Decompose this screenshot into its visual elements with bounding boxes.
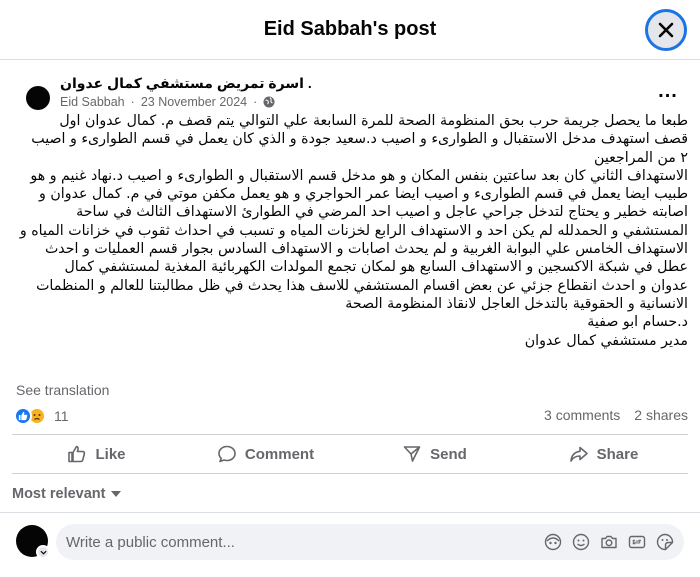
comment-sort-dropdown[interactable]: Most relevant: [12, 486, 122, 502]
send-label: Send: [430, 445, 467, 463]
comment-box: [56, 524, 684, 560]
reactions-summary[interactable]: 11: [14, 406, 69, 426]
post-actions-bar: Like Comment Send Share: [12, 434, 688, 474]
share-arrow-icon: [569, 446, 588, 462]
comment-bubble-icon: [218, 445, 236, 463]
sort-label: Most relevant: [12, 486, 106, 502]
post-text-line: مدير مستشفي كمال عدوان: [524, 332, 688, 349]
gif-icon[interactable]: [627, 532, 646, 551]
see-translation-link[interactable]: See translation: [16, 382, 109, 398]
meta-separator-2: ·: [253, 95, 258, 109]
post-text-line: المستشفي و الحمدلله لم يكن احد و الاستهد…: [19, 222, 688, 239]
post-date[interactable]: 23 November 2024: [141, 95, 247, 109]
globe-icon: [263, 96, 275, 108]
post-meta: Eid Sabbah · 23 November 2024 ·: [60, 95, 275, 109]
shares-count-link[interactable]: 2 shares: [634, 407, 688, 423]
chevron-down-icon[interactable]: [36, 545, 50, 559]
comment-label: Comment: [244, 445, 315, 463]
more-options-button[interactable]: ...: [650, 76, 686, 106]
group-avatar[interactable]: [26, 86, 50, 110]
send-button[interactable]: Send: [350, 435, 519, 473]
post-text-line: عطل في شبكة الاكسجين و الاستهداف السابع …: [64, 259, 688, 276]
author-link[interactable]: Eid Sabbah: [60, 95, 125, 109]
like-label: Like: [95, 445, 126, 463]
post-text-line: ٢ من المراجعين: [594, 149, 688, 166]
like-button[interactable]: Like: [12, 435, 181, 473]
post-text-line: عدوان و احدث انقطاع جزئي عن بعض اقسام ال…: [36, 277, 688, 294]
share-label: Share: [596, 445, 639, 463]
comment-tools: [543, 532, 674, 551]
post-text-line: اصابته خطير و يحتاج لتدخل جراحي عاجل و ا…: [76, 204, 688, 221]
post-dialog-header: Eid Sabbah's post: [0, 0, 700, 60]
comment-composer: [0, 512, 700, 577]
dialog-title: Eid Sabbah's post: [263, 18, 437, 40]
close-button[interactable]: [645, 9, 687, 51]
post-header: اسرة تمريض مستشفي كمال عدوان . Eid Sabba…: [0, 60, 700, 116]
close-icon: [658, 22, 674, 38]
emoji-icon[interactable]: [571, 532, 590, 551]
post-text-line: قصف استهدف مدخل الاستقبال و الطوارىء و ا…: [31, 131, 688, 148]
comment-input[interactable]: [66, 524, 536, 560]
post-text-line: الانسانية و الحقوقية بالتدخل العاجل لانق…: [345, 295, 688, 312]
post-body-text: طبعا ما يحصل جريمة حرب بحق المنظومة الصح…: [12, 112, 688, 350]
sticker-icon[interactable]: [655, 532, 674, 551]
meta-separator: ·: [130, 95, 135, 109]
post-text-line: الاستهداف الخامس علي البوابة الغربية و ل…: [44, 241, 688, 258]
comment-button[interactable]: Comment: [181, 435, 350, 473]
more-options-icon: ...: [658, 79, 678, 102]
camera-icon[interactable]: [599, 532, 618, 551]
reaction-count: 11: [54, 408, 69, 424]
post-text-line: الاستهداف الثاني كان بعد ساعتين بنفس الم…: [30, 167, 688, 184]
post-stats: 3 comments 2 shares: [544, 407, 688, 423]
caret-down-icon: [111, 491, 122, 497]
thumbs-up-icon: [68, 445, 86, 463]
post-text-line: طبيب ايضا يعمل في قسم الطوارىء و اصيب اي…: [39, 186, 688, 203]
share-button[interactable]: Share: [519, 435, 688, 473]
post-text-line: طبعا ما يحصل جريمة حرب بحق المنظومة الصح…: [59, 113, 688, 129]
comments-count-link[interactable]: 3 comments: [544, 407, 620, 423]
avatar-sticker-icon[interactable]: [543, 532, 562, 551]
send-icon: [403, 446, 421, 462]
group-name-link[interactable]: اسرة تمريض مستشفي كمال عدوان .: [60, 75, 312, 92]
post-text-line: د.حسام ابو صفية: [587, 314, 688, 331]
like-reaction-icon: [14, 407, 32, 425]
